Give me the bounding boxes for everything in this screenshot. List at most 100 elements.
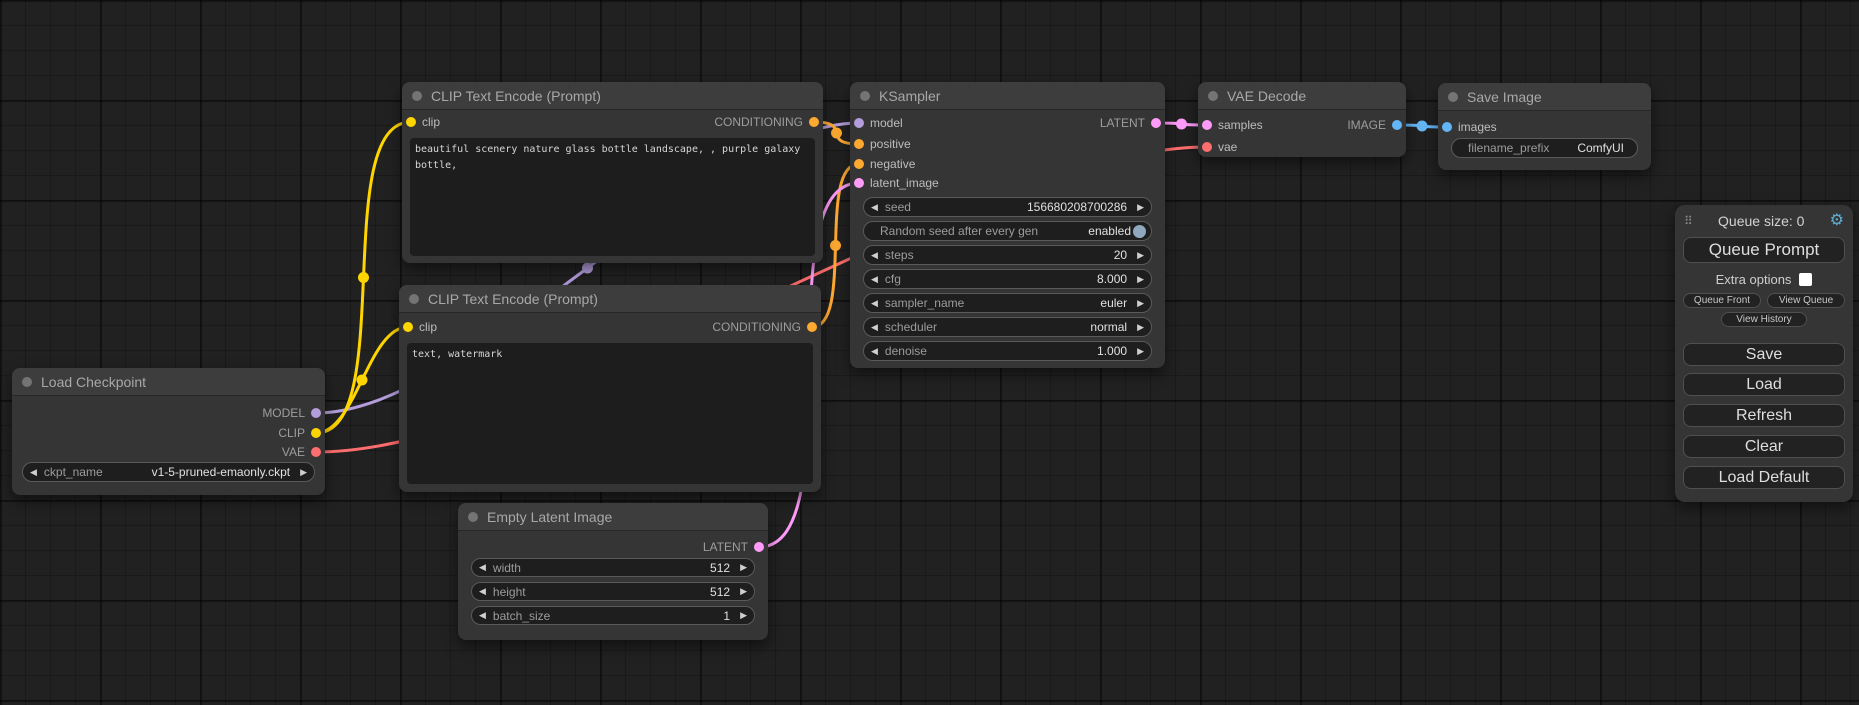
latent-image-input-port[interactable] bbox=[854, 178, 864, 188]
latent-output-port[interactable] bbox=[754, 542, 764, 552]
model-output-port[interactable] bbox=[311, 408, 321, 418]
vae-input-port[interactable] bbox=[1202, 142, 1212, 152]
increment-arrow-icon[interactable]: ▶ bbox=[300, 468, 307, 477]
node-collapse-dot[interactable] bbox=[22, 377, 32, 387]
conditioning-output-port[interactable] bbox=[809, 117, 819, 127]
negative-input-port[interactable] bbox=[854, 159, 864, 169]
input-row: images bbox=[1442, 118, 1497, 136]
decrement-arrow-icon[interactable]: ◀ bbox=[871, 347, 878, 356]
input-row: positive bbox=[854, 135, 911, 153]
decrement-arrow-icon[interactable]: ◀ bbox=[871, 203, 878, 212]
node-title-bar[interactable]: CLIP Text Encode (Prompt) bbox=[399, 285, 821, 313]
decrement-arrow-icon[interactable]: ◀ bbox=[479, 611, 486, 620]
refresh-button[interactable]: Refresh bbox=[1683, 404, 1845, 427]
clip-output-port[interactable] bbox=[311, 428, 321, 438]
node-collapse-dot[interactable] bbox=[409, 294, 419, 304]
width-widget[interactable]: ◀ width 512 ▶ bbox=[471, 558, 755, 577]
height-widget[interactable]: ◀ height 512 ▶ bbox=[471, 582, 755, 601]
input-label: negative bbox=[870, 157, 915, 171]
increment-arrow-icon[interactable]: ▶ bbox=[740, 563, 747, 572]
widget-label: cfg bbox=[885, 272, 901, 286]
input-label: clip bbox=[419, 320, 437, 334]
decrement-arrow-icon[interactable]: ◀ bbox=[479, 563, 486, 572]
increment-arrow-icon[interactable]: ▶ bbox=[1137, 203, 1144, 212]
decrement-arrow-icon[interactable]: ◀ bbox=[871, 251, 878, 260]
widget-label: width bbox=[493, 561, 521, 575]
node-title-bar[interactable]: Save Image bbox=[1438, 83, 1651, 111]
save-button[interactable]: Save bbox=[1683, 343, 1845, 366]
output-row: VAE bbox=[282, 443, 321, 461]
output-row: CONDITIONING bbox=[714, 113, 819, 131]
node-collapse-dot[interactable] bbox=[1208, 91, 1218, 101]
input-row: model bbox=[854, 114, 903, 132]
node-title-bar[interactable]: VAE Decode bbox=[1198, 82, 1406, 110]
increment-arrow-icon[interactable]: ▶ bbox=[740, 587, 747, 596]
node-title-bar[interactable]: Load Checkpoint bbox=[12, 368, 325, 396]
decrement-arrow-icon[interactable]: ◀ bbox=[479, 587, 486, 596]
decrement-arrow-icon[interactable]: ◀ bbox=[871, 323, 878, 332]
denoise-widget[interactable]: ◀ denoise 1.000 ▶ bbox=[863, 341, 1152, 361]
samples-input-port[interactable] bbox=[1202, 120, 1212, 130]
output-row: IMAGE bbox=[1347, 116, 1402, 134]
node-title: Save Image bbox=[1467, 89, 1542, 105]
negative-prompt-textarea[interactable]: text, watermark bbox=[407, 343, 813, 484]
model-input-port[interactable] bbox=[854, 118, 864, 128]
output-row: LATENT bbox=[703, 538, 764, 556]
input-row: latent_image bbox=[854, 174, 939, 192]
ckpt-name-widget[interactable]: ◀ ckpt_name v1-5-pruned-emaonly.ckpt ▶ bbox=[22, 462, 315, 482]
increment-arrow-icon[interactable]: ▶ bbox=[1137, 299, 1144, 308]
graph-canvas[interactable]: Load Checkpoint MODEL CLIP VAE ◀ ckpt_na… bbox=[0, 0, 1859, 705]
decrement-arrow-icon[interactable]: ◀ bbox=[30, 468, 37, 477]
queue-prompt-button[interactable]: Queue Prompt bbox=[1683, 237, 1845, 263]
seed-widget[interactable]: ◀ seed 156680208700286 ▶ bbox=[863, 197, 1152, 217]
output-label: CLIP bbox=[278, 426, 305, 440]
increment-arrow-icon[interactable]: ▶ bbox=[1137, 275, 1144, 284]
settings-gear-icon[interactable]: ⚙ bbox=[1830, 213, 1844, 229]
image-output-port[interactable] bbox=[1392, 120, 1402, 130]
load-default-button[interactable]: Load Default bbox=[1683, 466, 1845, 489]
decrement-arrow-icon[interactable]: ◀ bbox=[871, 299, 878, 308]
link-midpoint-dot bbox=[830, 240, 841, 251]
node-title: VAE Decode bbox=[1227, 88, 1306, 104]
node-collapse-dot[interactable] bbox=[412, 91, 422, 101]
node-title-bar[interactable]: CLIP Text Encode (Prompt) bbox=[402, 82, 823, 110]
batch-size-widget[interactable]: ◀ batch_size 1 ▶ bbox=[471, 606, 755, 625]
sampler-name-widget[interactable]: ◀ sampler_name euler ▶ bbox=[863, 293, 1152, 313]
node-collapse-dot[interactable] bbox=[860, 91, 870, 101]
increment-arrow-icon[interactable]: ▶ bbox=[1137, 323, 1144, 332]
positive-input-port[interactable] bbox=[854, 139, 864, 149]
input-row: clip bbox=[406, 113, 440, 131]
filename-prefix-widget[interactable]: filename_prefix ComfyUI bbox=[1451, 138, 1638, 158]
load-button[interactable]: Load bbox=[1683, 373, 1845, 396]
view-queue-button[interactable]: View Queue bbox=[1767, 293, 1845, 308]
drag-handle-icon[interactable]: ⠿ bbox=[1684, 214, 1693, 228]
clear-button[interactable]: Clear bbox=[1683, 435, 1845, 458]
output-label: MODEL bbox=[262, 406, 305, 420]
images-input-port[interactable] bbox=[1442, 122, 1452, 132]
cfg-widget[interactable]: ◀ cfg 8.000 ▶ bbox=[863, 269, 1152, 289]
increment-arrow-icon[interactable]: ▶ bbox=[740, 611, 747, 620]
view-history-button[interactable]: View History bbox=[1721, 312, 1807, 327]
queue-front-button[interactable]: Queue Front bbox=[1683, 293, 1761, 308]
node-title: CLIP Text Encode (Prompt) bbox=[428, 291, 598, 307]
increment-arrow-icon[interactable]: ▶ bbox=[1137, 347, 1144, 356]
conditioning-output-port[interactable] bbox=[807, 322, 817, 332]
random-seed-widget[interactable]: Random seed after every gen enabled bbox=[863, 221, 1152, 241]
latent-output-port[interactable] bbox=[1151, 118, 1161, 128]
widget-value: 512 bbox=[710, 561, 730, 575]
clip-input-port[interactable] bbox=[403, 322, 413, 332]
enabled-toggle[interactable] bbox=[1133, 225, 1146, 238]
clip-input-port[interactable] bbox=[406, 117, 416, 127]
node-title-bar[interactable]: Empty Latent Image bbox=[458, 503, 768, 531]
vae-output-port[interactable] bbox=[311, 447, 321, 457]
node-title-bar[interactable]: KSampler bbox=[850, 82, 1165, 110]
node-collapse-dot[interactable] bbox=[468, 512, 478, 522]
decrement-arrow-icon[interactable]: ◀ bbox=[871, 275, 878, 284]
steps-widget[interactable]: ◀ steps 20 ▶ bbox=[863, 245, 1152, 265]
scheduler-widget[interactable]: ◀ scheduler normal ▶ bbox=[863, 317, 1152, 337]
increment-arrow-icon[interactable]: ▶ bbox=[1137, 251, 1144, 260]
positive-prompt-textarea[interactable]: beautiful scenery nature glass bottle la… bbox=[410, 138, 815, 256]
node-collapse-dot[interactable] bbox=[1448, 92, 1458, 102]
extra-options-checkbox[interactable] bbox=[1799, 273, 1812, 286]
widget-value: euler bbox=[1100, 296, 1127, 310]
